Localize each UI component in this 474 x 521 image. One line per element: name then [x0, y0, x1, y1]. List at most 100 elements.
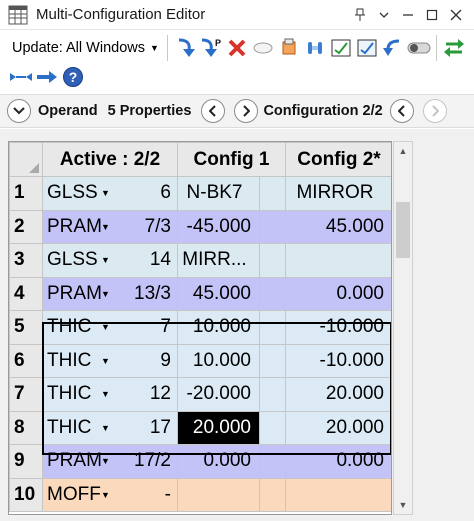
config2-cell[interactable] [285, 477, 391, 512]
help-icon[interactable]: ? [60, 64, 86, 90]
operand-type-cell[interactable]: PRAM▼ 7/3 [42, 209, 178, 244]
operand-type-cell[interactable]: THIC ▼ 17 [42, 410, 178, 445]
delete-operand-icon[interactable] [224, 35, 250, 61]
config2-cell[interactable]: 0.000 [285, 276, 391, 311]
row-number[interactable]: 7 [9, 377, 43, 412]
caret-down-icon[interactable]: ▼ [101, 188, 110, 198]
previous-configuration-button[interactable] [389, 99, 414, 123]
caret-down-icon[interactable]: ▼ [101, 289, 110, 299]
config1-cell[interactable]: 0.000 [177, 444, 260, 479]
undo-icon[interactable] [380, 35, 406, 61]
table-row: 1 GLSS ▼ 6 N-BK7 MIRROR [9, 176, 391, 211]
solve-cell[interactable] [259, 444, 286, 479]
config1-cell[interactable]: -45.000 [177, 209, 260, 244]
row-number[interactable]: 4 [9, 276, 43, 311]
row-number[interactable]: 5 [9, 310, 43, 345]
operand-type-cell[interactable]: THIC ▼ 12 [42, 377, 178, 412]
scrollbar-thumb[interactable] [396, 202, 410, 258]
config2-cell[interactable]: 20.000 [285, 410, 391, 445]
caret-down-icon[interactable]: ▼ [101, 255, 110, 265]
config1-cell[interactable]: 10.000 [177, 343, 260, 378]
operand-type-cell[interactable]: PRAM▼ 13/3 [42, 276, 178, 311]
caret-down-icon[interactable]: ▼ [101, 356, 110, 366]
toggle-icon[interactable] [406, 35, 432, 61]
solve-cell[interactable] [259, 377, 286, 412]
config2-cell[interactable] [285, 243, 391, 278]
solve-cell[interactable] [259, 209, 286, 244]
solve-cell[interactable] [259, 243, 286, 278]
config1-cell[interactable]: 10.000 [177, 310, 260, 345]
config2-header[interactable]: Config 2* [285, 142, 391, 177]
minimize-icon[interactable] [396, 3, 420, 27]
config1-cell[interactable]: 45.000 [177, 276, 260, 311]
config2-cell[interactable]: -10.000 [285, 310, 391, 345]
config1-cell[interactable] [177, 477, 260, 512]
swap-icon[interactable] [441, 35, 467, 61]
caret-down-icon[interactable]: ▼ [101, 389, 110, 399]
operand-type-cell[interactable]: MOFF▼ - [42, 477, 178, 512]
next-operand-button[interactable] [234, 99, 259, 123]
operand-navigation-bar: Operand 5 Properties Configuration 2/2 [0, 94, 474, 128]
caret-down-icon[interactable]: ▼ [101, 322, 110, 332]
row-number[interactable]: 8 [9, 410, 43, 445]
operand-type-cell[interactable]: THIC ▼ 7 [42, 310, 178, 345]
caret-down-icon[interactable]: ▼ [101, 456, 110, 466]
config1-cell[interactable]: -20.000 [177, 377, 260, 412]
clear-icon[interactable] [250, 35, 276, 61]
solve-cell[interactable] [259, 410, 286, 445]
slider-icon[interactable] [302, 35, 328, 61]
active-config-header[interactable]: Active : 2/2 [42, 142, 178, 177]
config1-header[interactable]: Config 1 [177, 142, 286, 177]
window-controls [348, 0, 468, 30]
config2-cell[interactable]: -10.000 [285, 343, 391, 378]
check-icon[interactable] [354, 35, 380, 61]
solve-cell[interactable] [259, 176, 286, 211]
solve-cell[interactable] [259, 310, 286, 345]
make-thermal-icon[interactable] [276, 35, 302, 61]
operand-type: THIC [47, 349, 92, 371]
pick-up-icon[interactable] [328, 35, 354, 61]
insert-operand-icon[interactable] [172, 35, 198, 61]
solve-cell[interactable] [259, 477, 286, 512]
update-dropdown[interactable]: Update: All Windows ▼ [8, 35, 163, 61]
config2-cell[interactable]: 45.000 [285, 209, 391, 244]
vertical-scrollbar[interactable]: ▲ ▼ [393, 141, 413, 515]
previous-operand-button[interactable] [201, 99, 226, 123]
operand-collapse-button[interactable] [7, 99, 31, 123]
close-icon[interactable] [444, 3, 468, 27]
row-number[interactable]: 10 [9, 477, 43, 512]
maximize-icon[interactable] [420, 3, 444, 27]
caret-down-icon[interactable]: ▼ [101, 490, 110, 500]
operand-type-cell[interactable]: GLSS ▼ 14 [42, 243, 178, 278]
toolbar-separator [435, 35, 437, 61]
pin-icon[interactable] [348, 3, 372, 27]
config2-cell[interactable]: 0.000 [285, 444, 391, 479]
insert-after-icon[interactable]: P [198, 35, 224, 61]
toolbar: Update: All Windows ▼ P ? [0, 31, 474, 93]
arrow-right-icon[interactable] [34, 64, 60, 90]
operand-type: THIC [47, 383, 92, 405]
operand-type-cell[interactable]: GLSS ▼ 6 [42, 176, 178, 211]
config1-cell[interactable]: 20.000 [177, 410, 260, 445]
caret-down-icon[interactable]: ▼ [101, 222, 110, 232]
row-number[interactable]: 9 [9, 444, 43, 479]
solve-cell[interactable] [259, 343, 286, 378]
caret-down-icon[interactable]: ▼ [101, 423, 110, 433]
next-configuration-button[interactable] [422, 99, 447, 123]
row-number[interactable]: 3 [9, 243, 43, 278]
row-number[interactable]: 6 [9, 343, 43, 378]
config2-cell[interactable]: MIRROR [285, 176, 391, 211]
row-number[interactable]: 1 [9, 176, 43, 211]
row-number[interactable]: 2 [9, 209, 43, 244]
scroll-down-arrow-icon[interactable]: ▼ [394, 496, 412, 514]
scroll-up-arrow-icon[interactable]: ▲ [394, 142, 412, 160]
chevron-down-icon[interactable] [372, 3, 396, 27]
expand-icon[interactable] [8, 64, 34, 90]
operand-type-cell[interactable]: PRAM▼ 17/2 [42, 444, 178, 479]
solve-cell[interactable] [259, 276, 286, 311]
config2-cell[interactable]: 20.000 [285, 377, 391, 412]
config1-cell[interactable]: N-BK7 [177, 176, 260, 211]
config1-cell[interactable]: MIRR... [177, 243, 260, 278]
select-all-corner[interactable] [9, 142, 43, 177]
operand-type-cell[interactable]: THIC ▼ 9 [42, 343, 178, 378]
